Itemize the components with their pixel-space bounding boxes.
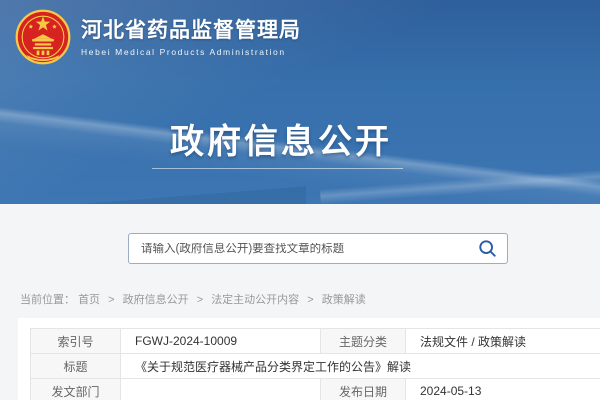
search-icon	[478, 239, 497, 258]
hero-banner: 河北省药品监督管理局 Hebei Medical Products Admini…	[0, 0, 600, 204]
publish-date-value: 2024-05-13	[406, 379, 600, 400]
site-logo[interactable]: 河北省药品监督管理局 Hebei Medical Products Admini…	[14, 8, 301, 66]
index-number-label: 索引号	[31, 329, 121, 354]
title-value: 《关于规范医疗器械产品分类界定工作的公告》解读	[121, 354, 600, 379]
search-button[interactable]	[472, 239, 507, 258]
breadcrumb-item-policy-interpretation[interactable]: 政策解读	[322, 294, 366, 306]
topic-category-label: 主题分类	[321, 329, 406, 354]
page: 河北省药品监督管理局 Hebei Medical Products Admini…	[0, 0, 600, 400]
publish-date-label: 发布日期	[321, 379, 406, 400]
breadcrumb-item-info-disclosure[interactable]: 政府信息公开	[123, 294, 189, 306]
search-input[interactable]	[129, 243, 472, 255]
breadcrumb: 当前位置： 首页 > 政府信息公开 > 法定主动公开内容 > 政策解读	[20, 291, 366, 307]
title-underline	[152, 168, 403, 169]
site-title: 河北省药品监督管理局	[81, 18, 301, 44]
breadcrumb-separator: >	[197, 294, 203, 306]
table-row: 发文部门 发布日期 2024-05-13	[31, 379, 600, 400]
index-number-value: FGWJ-2024-10009	[121, 329, 321, 354]
table-row: 标题 《关于规范医疗器械产品分类界定工作的公告》解读	[31, 354, 600, 379]
page-title: 政府信息公开	[0, 114, 562, 163]
table-row: 索引号 FGWJ-2024-10009 主题分类 法规文件 / 政策解读	[31, 329, 600, 354]
issuing-department-value	[121, 379, 321, 400]
breadcrumb-item-statutory-content[interactable]: 法定主动公开内容	[211, 294, 299, 306]
site-title-group: 河北省药品监督管理局 Hebei Medical Products Admini…	[81, 18, 301, 57]
breadcrumb-item-home[interactable]: 首页	[78, 294, 100, 306]
site-subtitle: Hebei Medical Products Administration	[81, 47, 301, 57]
issuing-department-label: 发文部门	[31, 379, 121, 400]
topic-category-value: 法规文件 / 政策解读	[406, 329, 600, 354]
national-emblem-icon	[14, 8, 72, 66]
breadcrumb-prefix: 当前位置：	[20, 294, 75, 306]
breadcrumb-separator: >	[108, 294, 114, 306]
title-label: 标题	[31, 354, 121, 379]
document-meta-table: 索引号 FGWJ-2024-10009 主题分类 法规文件 / 政策解读 标题 …	[30, 328, 600, 400]
breadcrumb-separator: >	[307, 294, 313, 306]
search-box	[128, 233, 508, 264]
